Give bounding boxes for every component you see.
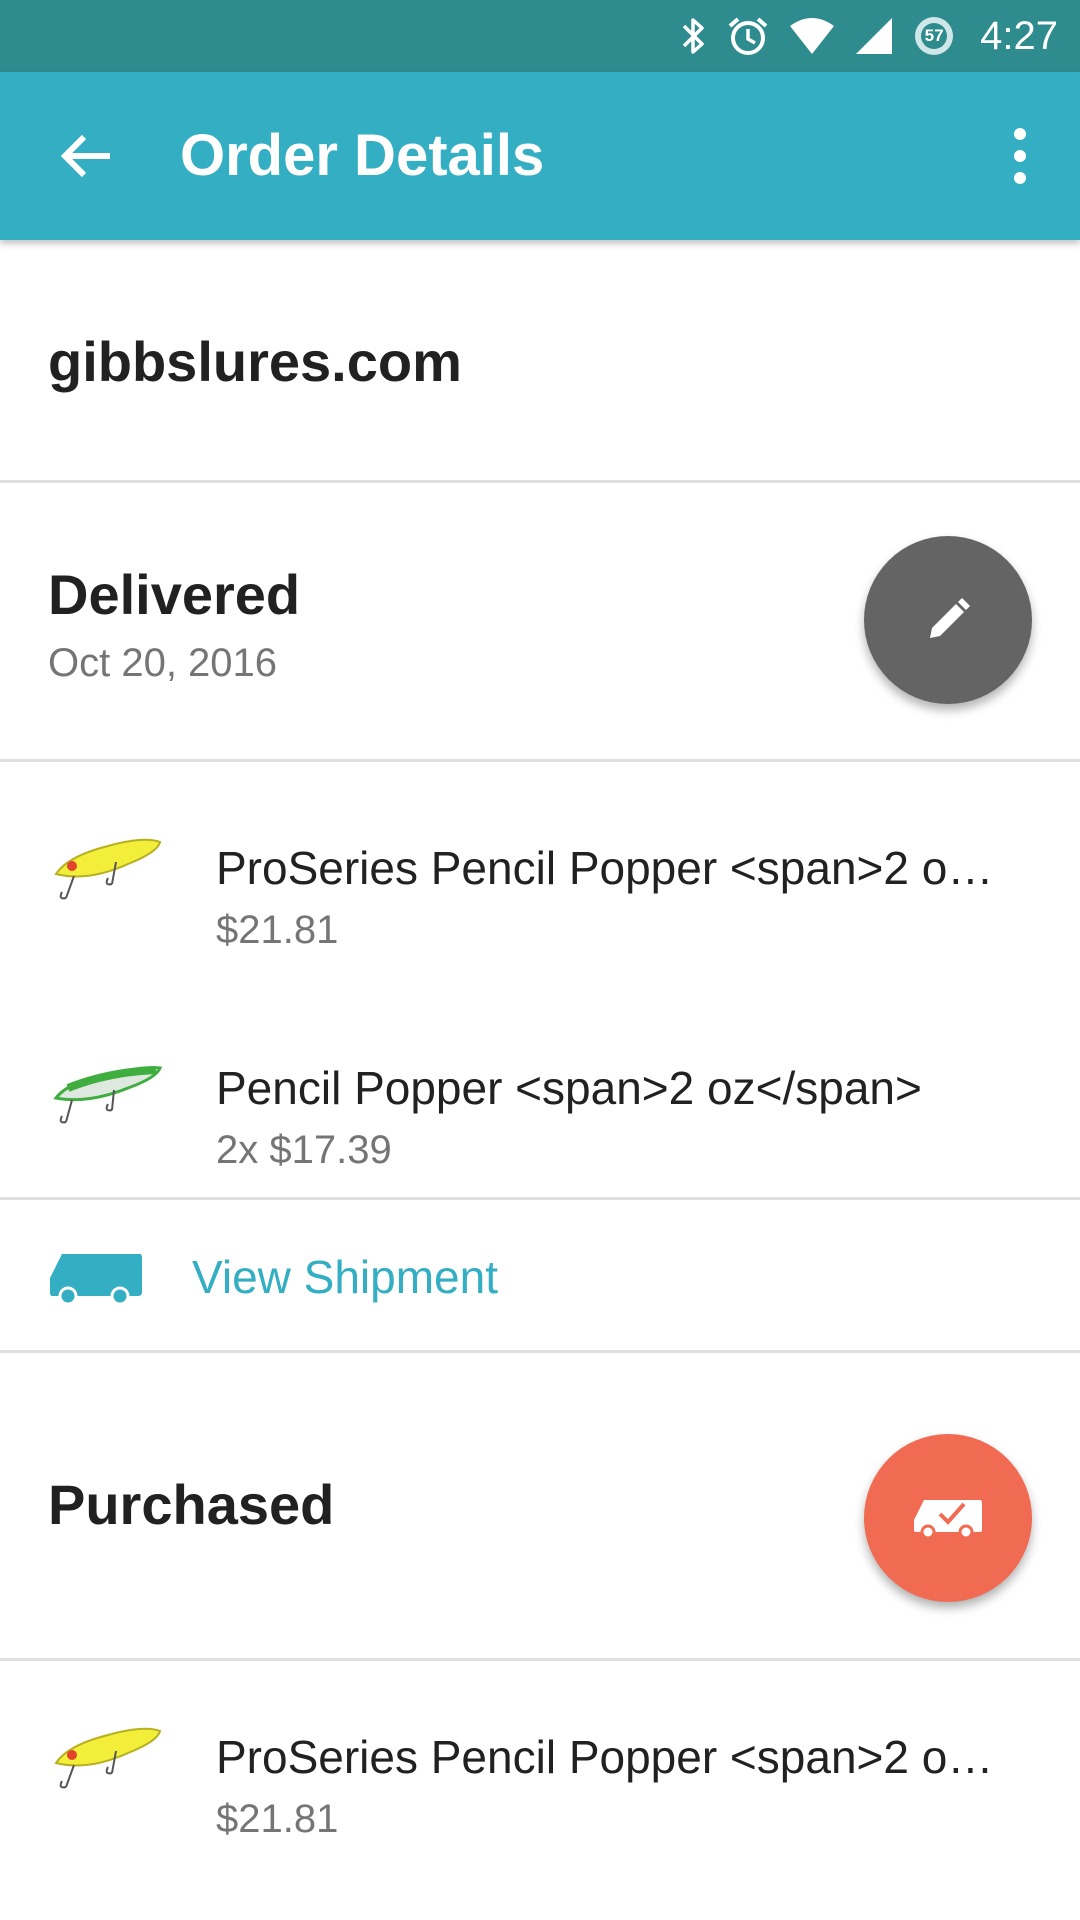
- track-shipment-button[interactable]: [864, 1434, 1032, 1602]
- item-name: ProSeries Pencil Popper <span>2 oz</span…: [216, 1731, 1016, 1783]
- status-bar: 57 4:27: [0, 0, 1080, 72]
- item-name: Pencil Popper <span>2 oz</span>: [216, 1062, 922, 1114]
- delivered-items: ProSeries Pencil Popper <span>2 oz</span…: [0, 762, 1080, 1200]
- purchased-section: Purchased: [0, 1353, 1080, 1661]
- list-item[interactable]: Pencil Popper <span>2 oz</span> 2x $17.3…: [0, 1012, 1080, 1192]
- back-button[interactable]: [54, 124, 118, 188]
- pencil-icon: [930, 598, 970, 638]
- app-bar: Order Details: [0, 72, 1080, 240]
- wifi-icon: [790, 18, 835, 54]
- truck-check-icon: [914, 1500, 982, 1540]
- delivered-section: Delivered Oct 20, 2016: [0, 483, 1080, 762]
- lure-image: [53, 1066, 163, 1124]
- view-shipment-link[interactable]: View Shipment: [192, 1250, 498, 1304]
- lure-image: [54, 1727, 162, 1789]
- status-time: 4:27: [980, 13, 1058, 58]
- view-shipment-row[interactable]: View Shipment: [0, 1200, 1080, 1353]
- overflow-menu-button[interactable]: [1000, 122, 1040, 190]
- item-price: 2x $17.39: [216, 1128, 392, 1172]
- item-name: ProSeries Pencil Popper <span>2 oz</span…: [216, 842, 1016, 894]
- purchased-title: Purchased: [48, 1473, 335, 1536]
- battery-level: 57: [924, 26, 944, 45]
- delivered-title: Delivered: [48, 563, 301, 626]
- store-name: gibbslures.com: [48, 330, 462, 393]
- alarm-icon: [728, 17, 768, 55]
- signal-icon: [856, 18, 893, 54]
- list-item[interactable]: ProSeries Pencil Popper <span>2 oz</span…: [0, 792, 1080, 972]
- bluetooth-icon: [682, 18, 704, 54]
- item-price: $21.81: [216, 908, 339, 952]
- page-title: Order Details: [180, 123, 545, 188]
- item-price: $21.81: [216, 1797, 339, 1841]
- more-vert-icon: [1014, 128, 1026, 184]
- delivered-date: Oct 20, 2016: [48, 641, 278, 685]
- battery-icon: 57: [912, 14, 956, 58]
- truck-icon: [50, 1254, 142, 1304]
- arrow-back-icon: [60, 134, 110, 178]
- lure-image: [54, 838, 162, 900]
- purchased-items: ProSeries Pencil Popper <span>2 oz</span…: [0, 1661, 1080, 1920]
- edit-button[interactable]: [864, 536, 1032, 704]
- list-item[interactable]: ProSeries Pencil Popper <span>2 oz</span…: [0, 1681, 1080, 1861]
- store-section: gibbslures.com: [0, 240, 1080, 483]
